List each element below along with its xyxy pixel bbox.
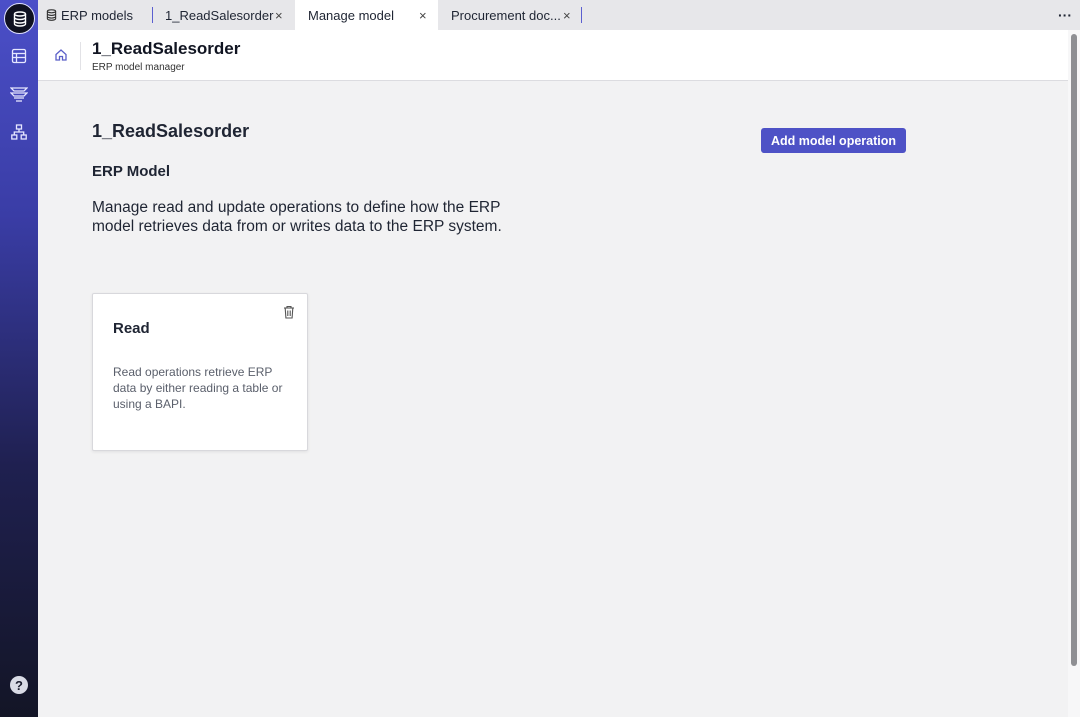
tab-procurement[interactable]: Procurement doc... × <box>439 0 581 30</box>
header-divider <box>80 42 81 70</box>
tab-bar: ERP models 1_ReadSalesorder × Manage mod… <box>38 0 1080 30</box>
tab-label: Procurement doc... <box>451 7 561 23</box>
tab-label: 1_ReadSalesorder <box>165 7 274 23</box>
model-description: Manage read and update operations to def… <box>92 199 502 235</box>
scrollbar-thumb[interactable] <box>1071 34 1077 666</box>
tab-label: ERP models <box>61 7 134 23</box>
tab-label: Manage model <box>308 7 394 23</box>
card-title: Read <box>113 320 150 337</box>
app-logo-database-icon[interactable] <box>4 3 35 34</box>
card-description: Read operations retrieve ERP data by eit… <box>113 365 283 411</box>
database-icon <box>46 9 57 21</box>
sidebar: ? <box>0 0 38 717</box>
layers-icon <box>10 87 28 102</box>
model-title: 1_ReadSalesorder <box>92 121 250 141</box>
close-icon[interactable]: × <box>563 8 571 23</box>
operation-card-read[interactable]: Read Read operations retrieve ERP data b… <box>92 293 308 451</box>
section-title: ERP Model <box>92 163 171 180</box>
close-icon[interactable]: × <box>419 8 427 23</box>
page-header: 1_ReadSalesorder ERP model manager <box>38 30 1068 81</box>
home-icon[interactable] <box>54 48 68 62</box>
table-icon <box>11 48 27 64</box>
hierarchy-icon <box>11 124 27 140</box>
more-options-icon[interactable]: ··· <box>1058 7 1072 23</box>
sidebar-item-layers[interactable] <box>9 84 29 104</box>
tab-1-readsalesorder[interactable]: 1_ReadSalesorder × <box>153 0 294 30</box>
tab-divider <box>581 7 582 23</box>
sidebar-item-hierarchy[interactable] <box>9 122 29 142</box>
tab-manage-model[interactable]: Manage model × <box>295 0 438 30</box>
tab-erp-models[interactable]: ERP models <box>46 0 151 30</box>
trash-icon[interactable] <box>283 305 295 319</box>
help-icon[interactable]: ? <box>10 676 28 694</box>
sidebar-item-tables[interactable] <box>9 46 29 66</box>
add-model-operation-button[interactable]: Add model operation <box>761 128 906 153</box>
page-title: 1_ReadSalesorder <box>92 39 241 58</box>
close-icon[interactable]: × <box>275 8 283 23</box>
page-subtitle: ERP model manager <box>92 62 185 73</box>
